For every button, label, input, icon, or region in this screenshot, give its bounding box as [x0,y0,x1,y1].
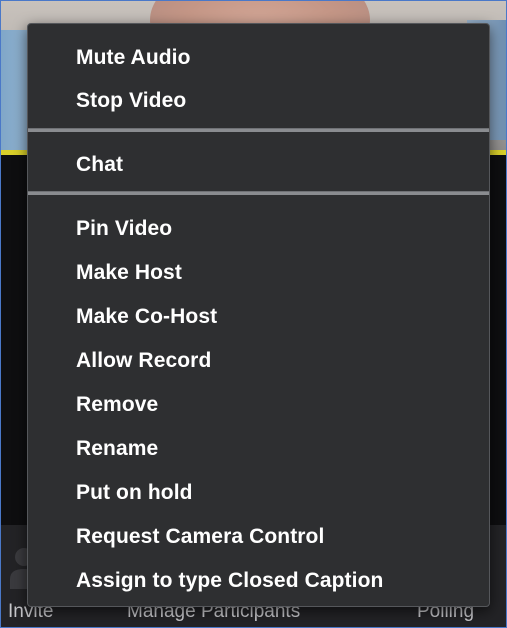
menu-separator [28,128,489,132]
menu-item-assign-closed-caption[interactable]: Assign to type Closed Caption [76,563,383,599]
zoom-meeting-window: 2 Invite Manage Participants Polling Mut… [0,0,507,628]
menu-item-mute-audio[interactable]: Mute Audio [76,40,191,76]
participant-context-menu: Mute Audio Stop Video Chat Pin Video Mak… [27,23,490,607]
menu-item-pin-video[interactable]: Pin Video [76,211,172,247]
menu-item-put-on-hold[interactable]: Put on hold [76,475,193,511]
menu-item-make-host[interactable]: Make Host [76,255,182,291]
menu-item-remove[interactable]: Remove [76,387,158,423]
menu-item-chat[interactable]: Chat [76,147,123,183]
menu-separator [28,191,489,195]
menu-item-request-camera-control[interactable]: Request Camera Control [76,519,324,555]
menu-item-allow-record[interactable]: Allow Record [76,343,211,379]
menu-item-stop-video[interactable]: Stop Video [76,83,186,119]
menu-item-rename[interactable]: Rename [76,431,158,467]
menu-item-make-co-host[interactable]: Make Co-Host [76,299,217,335]
